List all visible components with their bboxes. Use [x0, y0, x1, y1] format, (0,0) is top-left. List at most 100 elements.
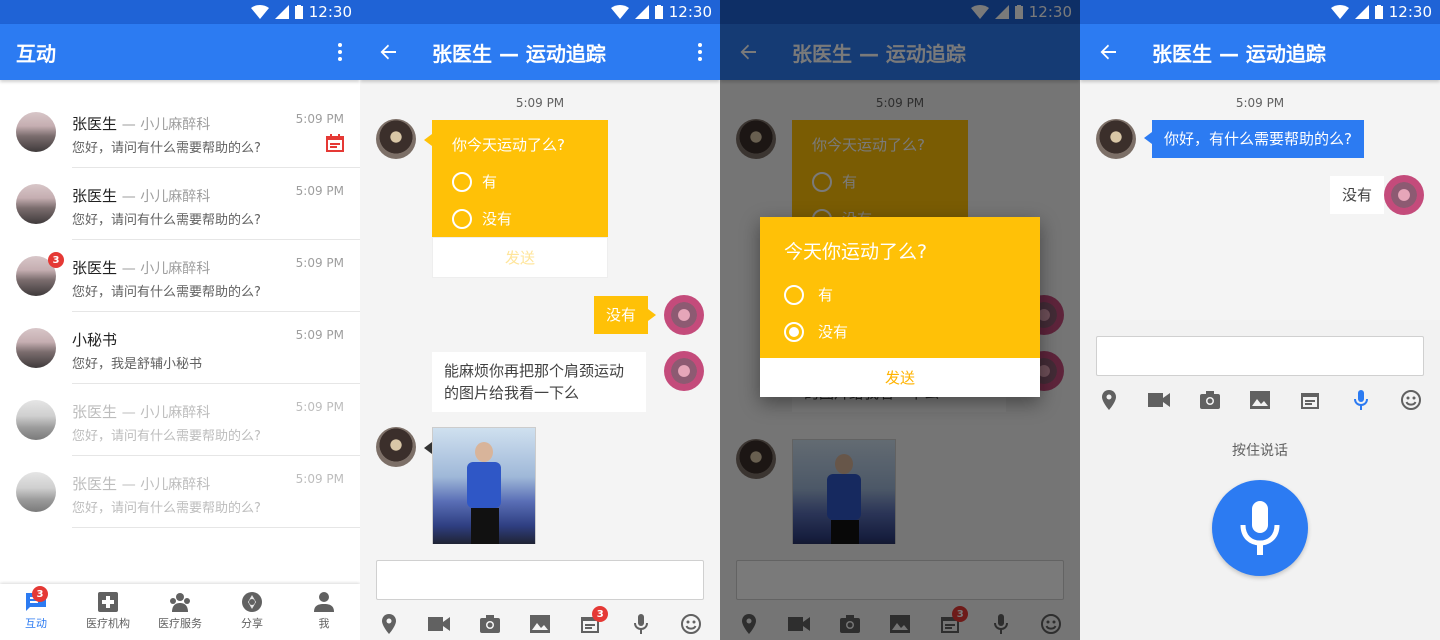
- user-avatar: [664, 351, 704, 391]
- tab-share[interactable]: 分享: [216, 584, 288, 640]
- tab-label: 我: [318, 617, 330, 630]
- tab-me[interactable]: 我: [288, 584, 360, 640]
- video-icon: [428, 617, 451, 631]
- calendar-button[interactable]: 3: [574, 606, 609, 640]
- back-button[interactable]: [1080, 24, 1136, 80]
- survey-option[interactable]: 有: [432, 163, 608, 200]
- user-reply-bubble: 没有: [1329, 176, 1384, 214]
- conversation-item[interactable]: 张医生 — 小儿麻醉科 您好，请问有什么需要帮助的么? 5:09 PM: [0, 440, 360, 528]
- message-preview: 您好，请问有什么需要帮助的么?: [72, 501, 261, 516]
- tab-medical-institutions[interactable]: 医疗机构: [72, 584, 144, 640]
- chat-title: 张医生 — 运动追踪: [432, 41, 606, 66]
- message-time: 5:09 PM: [295, 328, 344, 342]
- radio-button[interactable]: [452, 208, 472, 229]
- location-button[interactable]: [1093, 384, 1125, 416]
- tab-label: 分享: [241, 617, 263, 630]
- location-button[interactable]: [373, 608, 405, 640]
- radio-button-selected[interactable]: [784, 321, 804, 342]
- survey-card: 你今天运动了么? 有 没有 发送: [432, 120, 608, 278]
- image-button[interactable]: [1244, 384, 1276, 416]
- signal-icon: [274, 5, 289, 19]
- conversation-item[interactable]: 张医生 — 小儿麻醉科 您好，请问有什么需要帮助的么? 5:09 PM: [0, 152, 360, 240]
- microphone-icon: [1240, 501, 1280, 555]
- bubble-tail: [1144, 132, 1152, 144]
- people-icon: [170, 593, 190, 612]
- status-time: 12:30: [668, 3, 712, 21]
- send-button[interactable]: 发送: [432, 237, 608, 278]
- avatar: [16, 112, 56, 152]
- input-bar: 3: [360, 544, 720, 640]
- back-button[interactable]: [360, 24, 416, 80]
- contact-name: 张医生: [72, 475, 118, 493]
- dialog-option[interactable]: 没有: [760, 313, 1040, 358]
- tab-label: 互动: [25, 617, 47, 630]
- video-button[interactable]: [1143, 384, 1175, 416]
- message-timestamp: 5:09 PM: [515, 96, 565, 110]
- overflow-menu-button[interactable]: [680, 24, 720, 80]
- location-icon: [1102, 390, 1117, 410]
- app-bar: 张医生 — 运动追踪: [360, 24, 720, 80]
- emoji-icon: [1400, 390, 1421, 410]
- contact-dept: — 小儿麻醉科: [121, 477, 211, 493]
- calendar-button[interactable]: [1294, 384, 1326, 416]
- signal-icon: [634, 5, 649, 19]
- chat-screen: 12:30 张医生 — 运动追踪 5:09 PM 你今天运动了么? 有 没有 发…: [360, 0, 720, 640]
- contact-dept: — 小儿麻醉科: [121, 261, 211, 277]
- dialog-send-button[interactable]: 发送: [760, 358, 1040, 397]
- tab-interaction[interactable]: 3 互动: [0, 584, 72, 640]
- wifi-icon: [250, 5, 269, 19]
- conversation-item[interactable]: 张医生 — 小儿麻醉科 您好，请问有什么需要帮助的么? 5:09 PM: [0, 368, 360, 456]
- message-time: 5:09 PM: [295, 112, 344, 126]
- conversation-item[interactable]: 小秘书 您好，我是舒辅小秘书 5:09 PM: [0, 296, 360, 384]
- bubble-tail: [424, 134, 432, 146]
- more-vert-icon: [698, 43, 702, 61]
- overflow-menu-button[interactable]: [320, 24, 360, 80]
- message-input[interactable]: [376, 560, 704, 600]
- emoji-button[interactable]: [1395, 384, 1427, 416]
- hold-to-talk-button[interactable]: [1212, 480, 1308, 576]
- voice-input-screen: 12:30 张医生 — 运动追踪 5:09 PM 你好，有什么需要帮助的么? 没…: [1080, 0, 1440, 640]
- signal-icon: [1354, 5, 1369, 19]
- image-button[interactable]: [524, 608, 556, 640]
- tab-medical-services[interactable]: 医疗服务: [144, 584, 216, 640]
- medical-cross-icon: [98, 592, 118, 612]
- chat-dialog-screen: 12:30 张医生 — 运动追踪 5:09 PM 你今天运动了么? 有 没有 发…: [720, 0, 1080, 640]
- app-bar: 互动: [0, 24, 360, 80]
- dialog-option[interactable]: 有: [760, 276, 1040, 313]
- camera-button[interactable]: [1194, 384, 1226, 416]
- person-icon: [314, 592, 334, 612]
- wifi-icon: [610, 5, 629, 19]
- voice-button[interactable]: [1345, 384, 1377, 416]
- survey-dialog: 今天你运动了么? 有 没有 发送: [760, 217, 1040, 397]
- message-input[interactable]: [1096, 336, 1424, 376]
- video-button[interactable]: [423, 608, 455, 640]
- voice-button[interactable]: [625, 608, 657, 640]
- contact-name: 张医生: [72, 259, 118, 277]
- conversation-item[interactable]: 张医生 — 小儿麻醉科 您好，请问有什么需要帮助的么? 5:09 PM: [0, 80, 360, 168]
- arrow-back-icon: [380, 44, 396, 60]
- survey-option[interactable]: 没有: [432, 200, 608, 237]
- option-label: 有: [818, 286, 834, 304]
- microphone-icon: [1353, 390, 1368, 410]
- emoji-button[interactable]: [675, 608, 707, 640]
- user-reply-bubble: 没有: [593, 296, 648, 334]
- tool-badge: 3: [592, 606, 609, 622]
- exercise-photo[interactable]: [432, 427, 536, 544]
- contact-name: 张医生: [72, 403, 118, 421]
- more-vert-icon: [338, 43, 342, 61]
- camera-icon: [1199, 391, 1220, 409]
- radio-button[interactable]: [452, 171, 472, 192]
- radio-button[interactable]: [784, 284, 804, 305]
- option-label: 没有: [482, 210, 513, 228]
- chat-title: 张医生 — 运动追踪: [1152, 41, 1326, 66]
- camera-button[interactable]: [474, 608, 506, 640]
- doctor-avatar: [376, 427, 416, 467]
- doctor-message-bubble: 你好，有什么需要帮助的么?: [1152, 120, 1364, 158]
- conversation-item[interactable]: 3 张医生 — 小儿麻醉科 您好，请问有什么需要帮助的么? 5:09 PM: [0, 224, 360, 312]
- tab-label: 医疗服务: [158, 617, 202, 630]
- status-time: 12:30: [1388, 3, 1432, 21]
- message-time: 5:09 PM: [295, 472, 344, 486]
- status-bar: 12:30: [1080, 0, 1440, 24]
- avatar: [16, 184, 56, 224]
- divider: [72, 527, 360, 528]
